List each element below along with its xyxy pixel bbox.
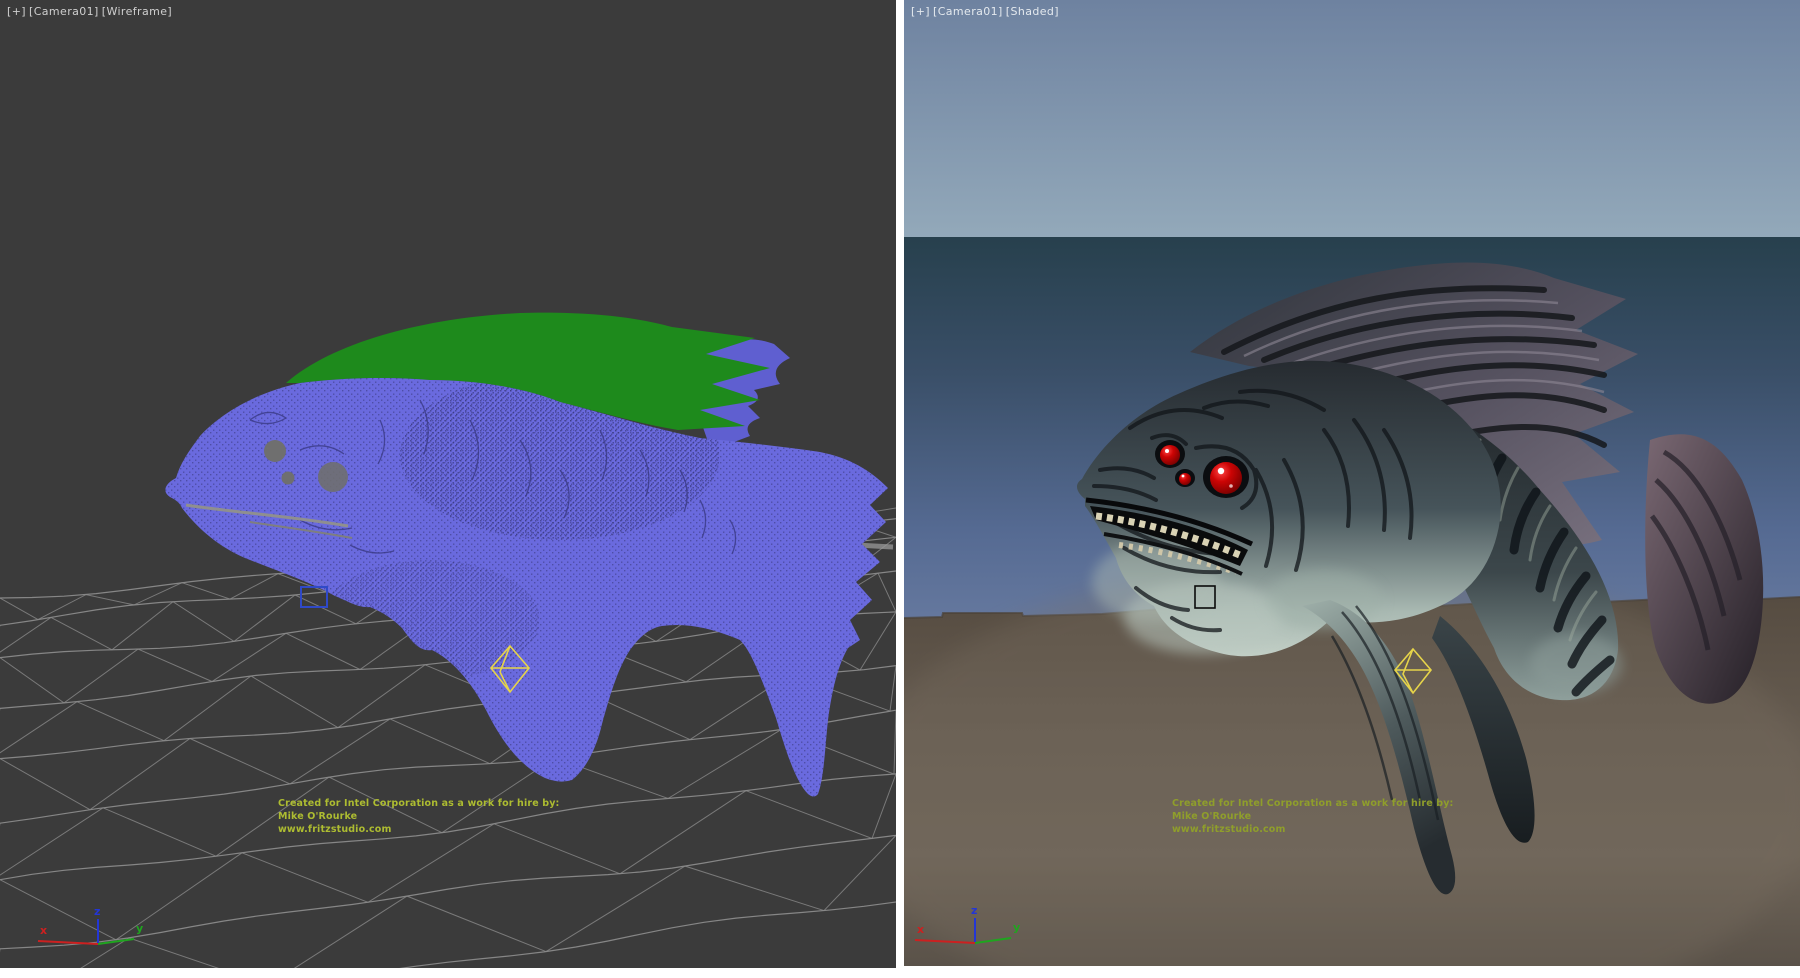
viewport-label-left: [+][Camera01][Wireframe] xyxy=(7,5,175,18)
axis-y-label: y xyxy=(1013,921,1020,934)
viewport-menu-pov[interactable]: [Camera01] xyxy=(29,5,99,18)
sky xyxy=(904,0,1800,238)
axis-z-label: z xyxy=(971,904,977,917)
axis-x-label: x xyxy=(917,923,924,936)
wireframe-eye-spot-hatched xyxy=(318,462,348,492)
viewport-menu-general[interactable]: [+] xyxy=(7,5,26,18)
credit-line-3: www.fritzstudio.com xyxy=(1172,824,1286,835)
viewport-menu-pov[interactable]: [Camera01] xyxy=(933,5,1003,18)
viewport-menu-shading[interactable]: [Shaded] xyxy=(1006,5,1059,18)
viewport-label-right: [+][Camera01][Shaded] xyxy=(911,5,1062,18)
viewport-menu-shading[interactable]: [Wireframe] xyxy=(102,5,172,18)
credit-line-3: www.fritzstudio.com xyxy=(278,824,392,835)
viewport-camera01-wireframe[interactable]: z x y Created for Intel Corporation as a… xyxy=(0,0,896,968)
red-eye-small xyxy=(1160,445,1180,465)
viewport-splitter[interactable] xyxy=(896,0,904,978)
credit-line-1: Created for Intel Corporation as a work … xyxy=(278,798,560,809)
wireframe-eye-spot-large xyxy=(264,440,286,462)
credit-line-1: Created for Intel Corporation as a work … xyxy=(1172,798,1454,809)
credit-line-2: Mike O'Rourke xyxy=(278,811,357,822)
viewport-menu-general[interactable]: [+] xyxy=(911,5,930,18)
shaded-scene-canvas: z x y Created for Intel Corporation as a… xyxy=(904,0,1800,966)
credit-line-2: Mike O'Rourke xyxy=(1172,811,1251,822)
axis-x-label: x xyxy=(40,924,47,937)
viewport-camera01-shaded[interactable]: z x y Created for Intel Corporation as a… xyxy=(904,0,1800,966)
red-eye-tiny xyxy=(1179,473,1191,485)
wireframe-scene-canvas: z x y Created for Intel Corporation as a… xyxy=(0,0,896,968)
red-eye-large xyxy=(1210,462,1242,494)
wireframe-eye-spot-small xyxy=(282,472,295,485)
axis-y-label: y xyxy=(136,922,143,935)
dual-viewport-window: z x y Created for Intel Corporation as a… xyxy=(0,0,1800,978)
axis-z-label: z xyxy=(94,905,100,918)
belly-highlight-2 xyxy=(1266,570,1382,630)
